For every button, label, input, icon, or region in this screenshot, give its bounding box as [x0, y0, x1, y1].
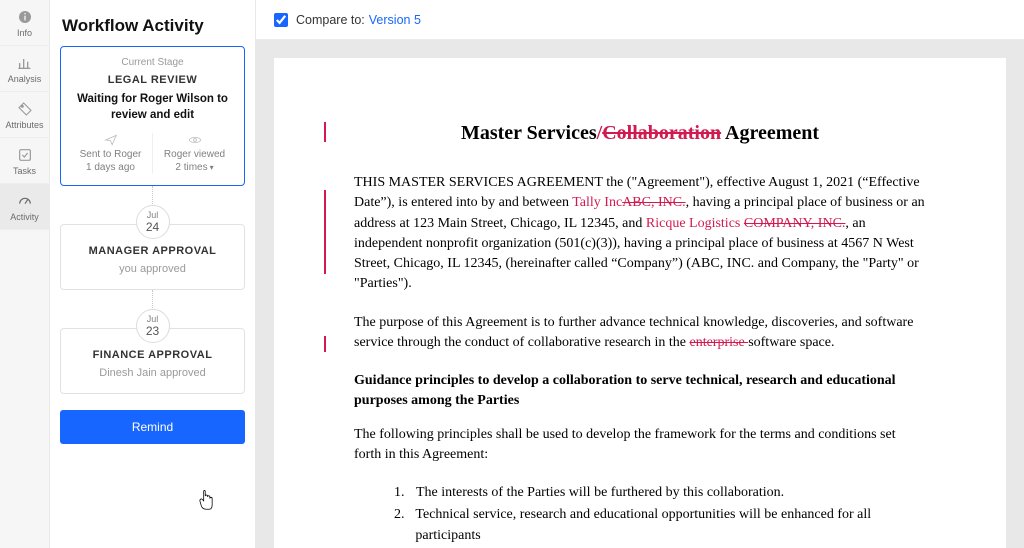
stat-viewed-value: 2 times▾ [175, 162, 213, 173]
deleted-text: Collaboration [602, 122, 721, 144]
tag-icon [16, 100, 34, 118]
deleted-text: COMPANY, INC. [744, 216, 846, 231]
remind-button[interactable]: Remind [60, 410, 245, 444]
list-item: 2.Technical service, research and educat… [394, 505, 926, 546]
compare-bar: Compare to: Version 5 [256, 0, 1024, 40]
document-page: Master Services/Collaboration Agreement … [274, 58, 1006, 548]
numbered-list: 1.The interests of the Parties will be f… [394, 483, 926, 546]
stat-sent-value: 1 days ago [86, 162, 135, 173]
change-marker [324, 190, 326, 274]
rail-item-info[interactable]: Info [0, 0, 49, 46]
rail-label: Attributes [5, 120, 43, 130]
current-stage-waiting: Waiting for Roger Wilson to review and e… [69, 92, 236, 123]
rail-item-analysis[interactable]: Analysis [0, 46, 49, 92]
date-month: Jul [147, 211, 159, 220]
compare-label: Compare to: [296, 13, 365, 27]
past-stage-sub: Dinesh Jain approved [69, 367, 236, 379]
date-month: Jul [147, 315, 159, 324]
stat-viewed[interactable]: Roger viewed 2 times▾ [153, 133, 236, 173]
rail-item-attributes[interactable]: Attributes [0, 92, 49, 138]
rail-label: Info [17, 28, 32, 38]
past-stage-sub: you approved [69, 263, 236, 275]
change-marker [324, 336, 326, 352]
date-day: 24 [146, 221, 159, 233]
rail-label: Activity [10, 212, 39, 222]
current-stage-name: LEGAL REVIEW [69, 74, 236, 86]
rail-item-activity[interactable]: Activity [0, 184, 49, 230]
compare-version-link[interactable]: Version 5 [369, 13, 421, 27]
date-day: 23 [146, 325, 159, 337]
date-pill-0: Jul 24 [136, 205, 170, 239]
inserted-text: Tally Inc [572, 195, 622, 210]
paragraph: The purpose of this Agreement is to furt… [354, 313, 926, 354]
deleted-text: enterprise [689, 335, 748, 350]
left-rail: Info Analysis Attributes Tasks Activity [0, 0, 50, 548]
chart-icon [16, 54, 34, 72]
current-stage-card[interactable]: Current Stage LEGAL REVIEW Waiting for R… [60, 46, 245, 186]
list-item: 1.The interests of the Parties will be f… [394, 483, 926, 503]
eye-icon [186, 133, 204, 147]
document-scroll[interactable]: Master Services/Collaboration Agreement … [256, 40, 1024, 548]
stat-sent-label: Sent to Roger [80, 149, 142, 160]
stage-stats: Sent to Roger 1 days ago Roger viewed 2 … [69, 133, 236, 173]
rail-item-tasks[interactable]: Tasks [0, 138, 49, 184]
inserted-text: Ricque Logistics [646, 216, 741, 231]
past-stage-name: MANAGER APPROVAL [69, 245, 236, 257]
past-stage-name: FINANCE APPROVAL [69, 349, 236, 361]
deleted-text: ABC, INC. [622, 195, 685, 210]
change-marker [324, 122, 326, 142]
compare-checkbox[interactable] [274, 13, 288, 27]
stat-sent: Sent to Roger 1 days ago [69, 133, 153, 173]
stat-viewed-label: Roger viewed [164, 149, 225, 160]
document-title: Master Services/Collaboration Agreement [354, 122, 926, 145]
section-heading: Guidance principles to develop a collabo… [354, 371, 926, 410]
rail-label: Tasks [13, 166, 36, 176]
gauge-icon [16, 192, 34, 210]
info-icon [16, 8, 34, 26]
paper-plane-icon [102, 133, 120, 147]
paragraph: THIS MASTER SERVICES AGREEMENT the ("Agr… [354, 173, 926, 295]
current-stage-label: Current Stage [69, 57, 236, 68]
rail-label: Analysis [8, 74, 42, 84]
check-square-icon [16, 146, 34, 164]
workflow-panel: Workflow Activity Current Stage LEGAL RE… [50, 0, 256, 548]
panel-title: Workflow Activity [62, 16, 245, 36]
chevron-down-icon: ▾ [210, 163, 214, 172]
document-area: Compare to: Version 5 Master Services/Co… [256, 0, 1024, 548]
date-pill-1: Jul 23 [136, 309, 170, 343]
paragraph: The following principles shall be used t… [354, 425, 926, 466]
app-root: Info Analysis Attributes Tasks Activity [0, 0, 1024, 548]
